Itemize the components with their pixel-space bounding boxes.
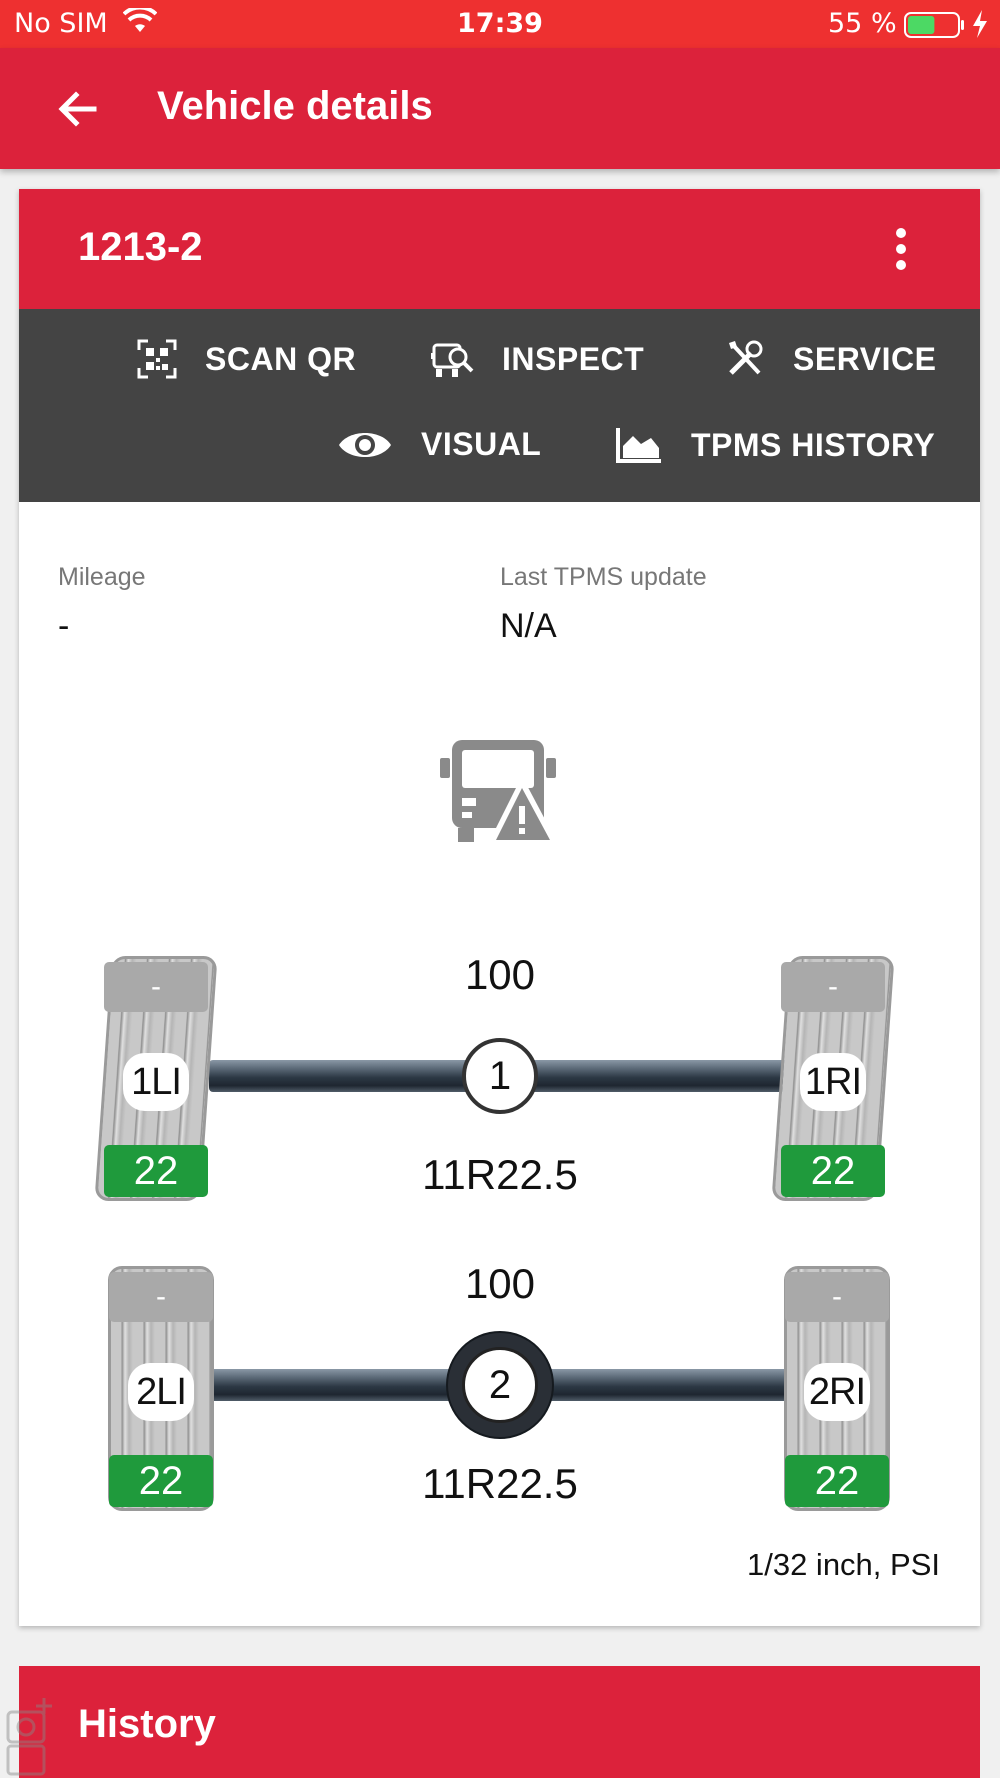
page-title: Vehicle details	[157, 84, 433, 128]
axle-2-tire-size: 11R22.5	[422, 1460, 578, 1507]
tire-pressure: -	[104, 962, 208, 1012]
back-arrow-icon[interactable]	[54, 86, 102, 132]
more-vert-icon[interactable]	[889, 227, 913, 271]
tire-position-label: 1LI	[123, 1053, 189, 1111]
scan-qr-button[interactable]: SCAN QR	[137, 339, 356, 379]
visual-button[interactable]: VISUAL	[337, 426, 541, 463]
tread-depth-badge: 22	[104, 1145, 208, 1197]
tire-1ri[interactable]: - 1RI 22	[771, 956, 895, 1201]
tire-pressure: -	[781, 962, 885, 1012]
tread-depth-badge: 22	[109, 1455, 213, 1507]
history-card[interactable]: History	[19, 1666, 980, 1778]
app-bar: Vehicle details	[0, 48, 1000, 169]
axle-1-tire-size: 11R22.5	[422, 1151, 578, 1198]
tire-position-label: 2LI	[128, 1363, 194, 1421]
axle-2-number[interactable]: 2	[462, 1347, 538, 1423]
add-photo-icon[interactable]	[0, 1690, 56, 1778]
eye-icon	[339, 432, 391, 457]
last-tpms-label: Last TPMS update	[500, 563, 707, 591]
units-label: 1/32 inch, PSI	[746, 1547, 940, 1582]
battery-icon	[904, 11, 966, 46]
tire-2ri[interactable]: - 2RI 22	[784, 1266, 890, 1511]
status-bar: No SIM 17:39 55 %	[0, 0, 1000, 48]
service-button[interactable]: SERVICE	[725, 339, 936, 379]
vehicle-card: 1213-2 SCAN QR INSPECT SERVICE VISUAL TP…	[19, 189, 980, 1626]
tread-depth-badge: 22	[781, 1145, 885, 1197]
inspect-label: INSPECT	[502, 340, 645, 377]
tire-position-label: 2RI	[804, 1363, 870, 1421]
tpms-history-button[interactable]: TPMS HISTORY	[615, 426, 935, 464]
history-title: History	[78, 1702, 216, 1746]
battery-percent: 55 %	[828, 8, 897, 39]
truck-warning-icon	[438, 736, 562, 850]
tread-depth-badge: 22	[785, 1455, 889, 1507]
qr-code-icon	[137, 339, 177, 379]
tpms-history-label: TPMS HISTORY	[691, 426, 936, 463]
area-chart-icon	[616, 428, 661, 463]
vehicle-id: 1213-2	[78, 225, 203, 269]
tire-position-label: 1RI	[800, 1053, 866, 1111]
action-bar: SCAN QR INSPECT SERVICE VISUAL TPMS HIST…	[19, 309, 980, 502]
visual-label: VISUAL	[421, 426, 542, 462]
vehicle-card-header: 1213-2	[19, 189, 980, 309]
inspect-truck-icon	[431, 343, 474, 377]
mileage-label: Mileage	[58, 563, 146, 591]
tire-1li[interactable]: - 1LI 22	[94, 956, 218, 1201]
tire-2li[interactable]: - 2LI 22	[108, 1266, 214, 1511]
mileage-value: -	[58, 607, 70, 645]
axle-1-value: 100	[464, 951, 536, 998]
charging-icon	[970, 9, 990, 46]
inspect-button[interactable]: INSPECT	[430, 339, 644, 379]
tire-pressure: -	[109, 1272, 213, 1322]
tire-pressure: -	[785, 1272, 889, 1322]
scan-qr-label: SCAN QR	[205, 340, 357, 377]
axle-2-value: 100	[464, 1260, 536, 1307]
tools-icon	[729, 340, 763, 375]
service-label: SERVICE	[793, 340, 937, 377]
axle-1-number[interactable]: 1	[462, 1038, 538, 1114]
last-tpms-value: N/A	[500, 607, 557, 645]
